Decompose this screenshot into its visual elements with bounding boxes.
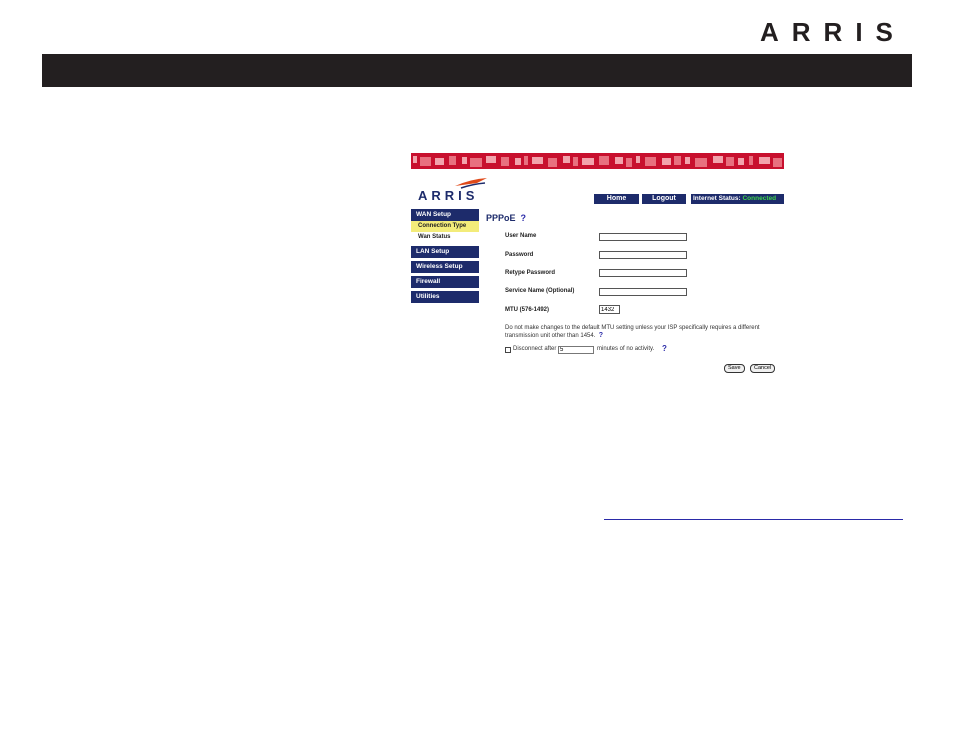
- retype-password-input[interactable]: [599, 269, 687, 277]
- banner-block: [420, 157, 431, 166]
- banner-block: [599, 156, 609, 165]
- sidebar-item-wan-status[interactable]: Wan Status: [411, 232, 479, 243]
- banner-block: [413, 156, 417, 163]
- mtu-note: Do not make changes to the default MTU s…: [505, 324, 775, 340]
- sidebar-item-wan-setup[interactable]: WAN Setup: [411, 209, 479, 221]
- save-button[interactable]: Save: [724, 364, 745, 373]
- logout-button[interactable]: Logout: [642, 194, 686, 204]
- banner-block: [615, 157, 623, 164]
- banner-block: [548, 158, 557, 167]
- decorative-banner: [411, 153, 784, 169]
- disconnect-help-icon[interactable]: ?: [662, 344, 667, 353]
- banner-block: [662, 158, 671, 165]
- banner-block: [501, 157, 509, 166]
- banner-block: [636, 156, 640, 163]
- banner-block: [515, 158, 521, 165]
- arris-logo: ARRIS: [760, 18, 906, 46]
- status-value: Connected: [742, 195, 777, 202]
- banner-block: [462, 157, 467, 164]
- disconnect-label: Disconnect after: [513, 346, 557, 352]
- header-bar: [42, 54, 912, 87]
- user-name-input[interactable]: [599, 233, 687, 241]
- page-title: PPPoE ?: [486, 213, 526, 223]
- retype-password-label: Retype Password: [505, 270, 556, 276]
- title-text: PPPoE: [486, 213, 516, 223]
- sidebar: WAN Setup Connection Type Wan Status LAN…: [411, 209, 479, 305]
- mtu-label: MTU (576-1492): [505, 307, 550, 313]
- banner-block: [695, 158, 707, 167]
- disconnect-minutes-input[interactable]: [558, 346, 594, 354]
- banner-block: [685, 157, 690, 164]
- banner-block: [524, 156, 528, 165]
- banner-block: [573, 157, 578, 166]
- banner-block: [626, 158, 632, 167]
- svg-text:ARRIS: ARRIS: [760, 18, 906, 46]
- banner-block: [738, 158, 744, 165]
- mtu-help-icon[interactable]: ?: [599, 332, 603, 339]
- password-label: Password: [505, 252, 534, 258]
- home-button[interactable]: Home: [594, 194, 639, 204]
- sidebar-item-firewall[interactable]: Firewall: [411, 276, 479, 288]
- service-name-label: Service Name (Optional): [505, 288, 575, 294]
- sidebar-item-wireless-setup[interactable]: Wireless Setup: [411, 261, 479, 273]
- banner-block: [645, 157, 656, 166]
- banner-block: [759, 157, 770, 164]
- banner-block: [486, 156, 496, 163]
- help-icon[interactable]: ?: [521, 213, 527, 223]
- sidebar-item-utilities[interactable]: Utilities: [411, 291, 479, 303]
- internet-status: Internet Status: Connected: [691, 194, 784, 204]
- mtu-note-text: Do not make changes to the default MTU s…: [505, 325, 760, 339]
- status-label: Internet Status:: [693, 195, 741, 202]
- cancel-button[interactable]: Cancel: [750, 364, 776, 373]
- banner-block: [726, 157, 734, 166]
- banner-block: [470, 158, 482, 167]
- disconnect-suffix: minutes of no activity.: [597, 346, 655, 352]
- svg-text:ARRIS: ARRIS: [418, 188, 478, 203]
- banner-block: [773, 158, 782, 167]
- router-screenshot: ARRIS Home Logout Internet Status: Conne…: [411, 153, 784, 377]
- banner-block: [674, 156, 681, 165]
- banner-block: [435, 158, 444, 165]
- mtu-input[interactable]: [599, 305, 620, 314]
- footer-rule: [604, 519, 903, 520]
- router-arris-logo: ARRIS: [418, 178, 487, 203]
- banner-block: [749, 156, 753, 165]
- user-name-label: User Name: [505, 233, 537, 239]
- banner-block: [713, 156, 723, 163]
- password-input[interactable]: [599, 251, 687, 259]
- banner-block: [532, 157, 543, 164]
- disconnect-checkbox[interactable]: [505, 347, 511, 353]
- service-name-input[interactable]: [599, 288, 687, 296]
- banner-block: [563, 156, 570, 163]
- sidebar-item-lan-setup[interactable]: LAN Setup: [411, 246, 479, 258]
- banner-block: [582, 158, 594, 165]
- banner-block: [449, 156, 456, 165]
- sidebar-item-connection-type[interactable]: Connection Type: [411, 221, 479, 232]
